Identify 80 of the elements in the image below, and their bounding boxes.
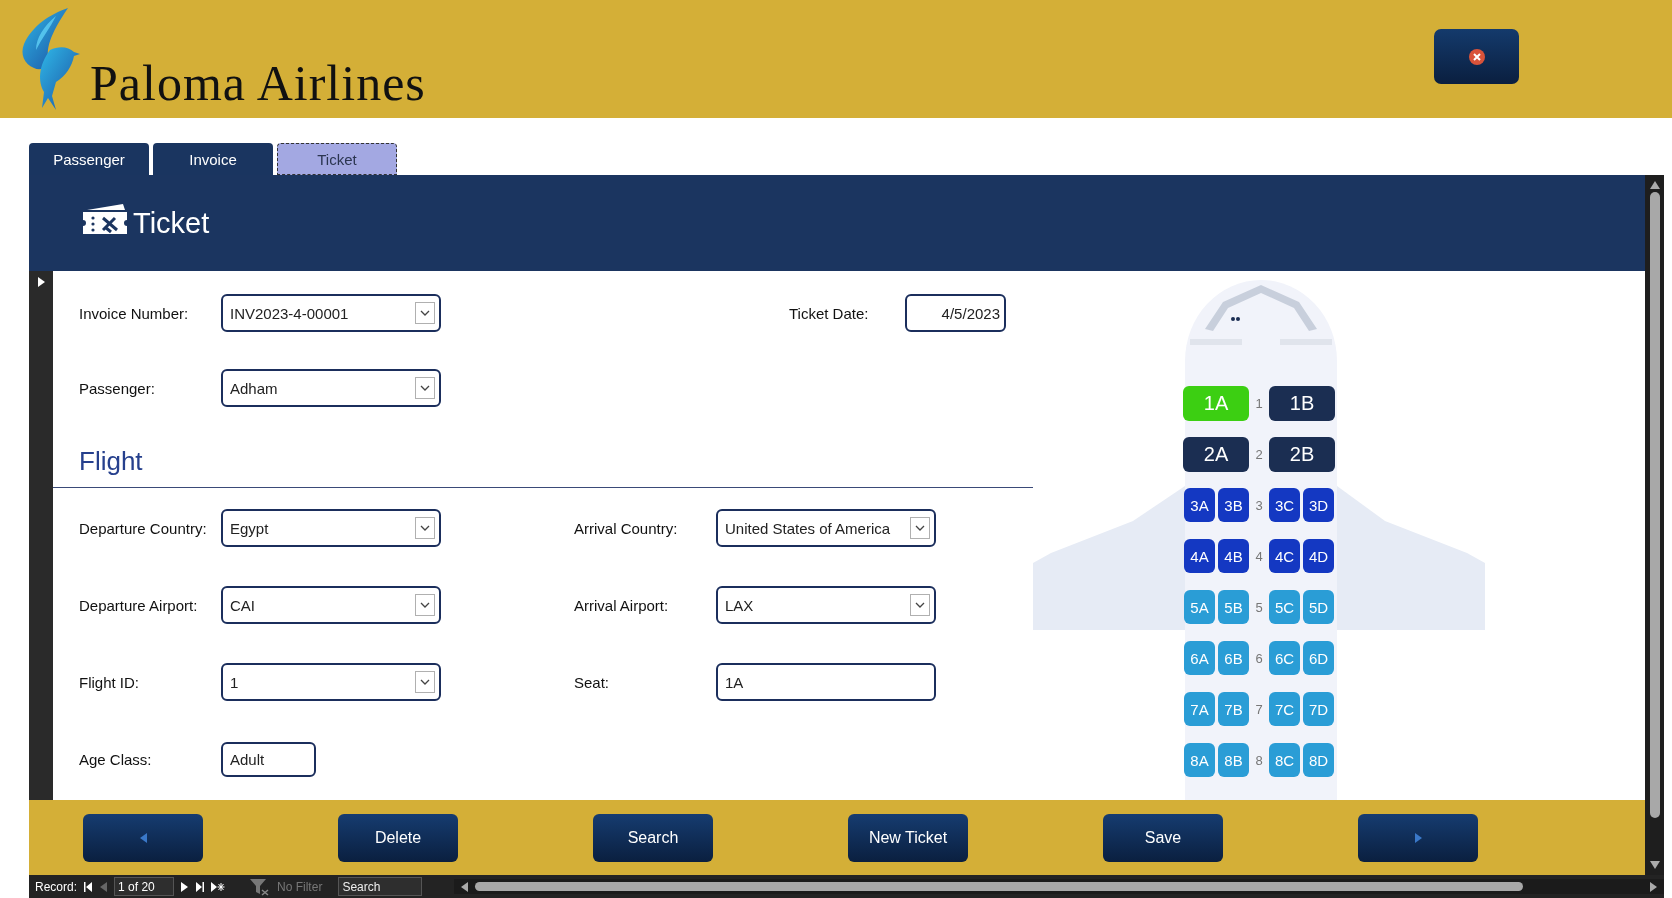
- seat[interactable]: 4A: [1184, 539, 1215, 573]
- row-number: 4: [1254, 548, 1264, 564]
- left-triangle-icon: [138, 832, 148, 843]
- row-number: 6: [1254, 650, 1264, 666]
- record-pointer-icon: [36, 277, 46, 287]
- seat[interactable]: 2B: [1269, 436, 1335, 472]
- tab[interactable]: Ticket: [277, 143, 397, 175]
- field-label: Arrival Airport:: [574, 596, 670, 614]
- seat[interactable]: 3C: [1269, 488, 1300, 522]
- chevron-icon: [415, 594, 435, 616]
- action-button[interactable]: New Ticket: [848, 813, 968, 862]
- row-number: 2: [1254, 446, 1264, 462]
- row-number: 8: [1254, 752, 1264, 768]
- action-button[interactable]: Delete: [338, 813, 458, 862]
- text-field[interactable]: 4/5/2023: [905, 294, 1006, 332]
- seat[interactable]: 1B: [1269, 385, 1335, 421]
- row-number: 7: [1254, 701, 1264, 717]
- chevron-icon: [415, 671, 435, 693]
- chevron-icon: [415, 517, 435, 539]
- close-icon: [1468, 48, 1485, 65]
- last-record-icon[interactable]: [195, 881, 206, 892]
- field-label: Passenger:: [79, 379, 156, 397]
- record-search-field[interactable]: Search: [338, 877, 423, 896]
- record-label: Record:: [35, 879, 78, 894]
- scroll-right-icon[interactable]: [1649, 881, 1658, 892]
- row-number: 3: [1254, 497, 1264, 513]
- right-triangle-icon: [1413, 832, 1423, 843]
- dropdown-field[interactable]: Adham: [221, 369, 441, 407]
- record-position-field[interactable]: 1 of 20: [114, 877, 175, 896]
- scroll-left-icon[interactable]: [460, 881, 470, 892]
- next-button[interactable]: [1358, 813, 1478, 862]
- seat[interactable]: 3B: [1218, 488, 1249, 522]
- scrollbar-thumb[interactable]: [1649, 192, 1660, 818]
- field-label: Departure Country:: [79, 519, 208, 537]
- vertical-scrollbar[interactable]: [1645, 175, 1664, 875]
- field-label: Flight ID:: [79, 673, 140, 691]
- dropdown-field[interactable]: CAI: [221, 586, 441, 624]
- dropdown-field[interactable]: Egypt: [221, 509, 441, 547]
- field-label: Departure Airport:: [79, 596, 199, 614]
- next-record-icon[interactable]: [180, 881, 190, 892]
- field-label: Ticket Date:: [789, 304, 870, 322]
- dropdown-field[interactable]: United States of America: [716, 509, 936, 547]
- field-label: Age Class:: [79, 750, 153, 768]
- dropdown-field[interactable]: LAX: [716, 586, 936, 624]
- seat[interactable]: 4D: [1303, 539, 1334, 573]
- tab[interactable]: Passenger: [29, 143, 149, 175]
- seat[interactable]: 2A: [1183, 436, 1249, 472]
- scroll-up-icon[interactable]: [1649, 181, 1660, 189]
- first-record-icon[interactable]: [83, 881, 94, 892]
- row-number: 1: [1254, 395, 1264, 411]
- field-label: Invoice Number:: [79, 304, 190, 322]
- row-number: 5: [1254, 599, 1264, 615]
- field-label: Arrival Country:: [574, 519, 679, 537]
- section-title: Flight: [79, 446, 143, 477]
- filter-status: No Filter: [277, 879, 323, 894]
- action-button[interactable]: Save: [1103, 813, 1223, 862]
- chevron-icon: [910, 594, 930, 616]
- tab[interactable]: Invoice: [153, 143, 273, 175]
- seat[interactable]: 4B: [1218, 539, 1249, 573]
- seat[interactable]: 3D: [1303, 488, 1334, 522]
- seat[interactable]: 3A: [1184, 488, 1215, 522]
- action-button[interactable]: Search: [593, 813, 713, 862]
- dropdown-field[interactable]: INV2023-4-00001: [221, 294, 441, 332]
- scrollbar-thumb[interactable]: [475, 882, 1523, 891]
- seat[interactable]: 4C: [1269, 539, 1300, 573]
- chevron-icon: [415, 377, 435, 399]
- close-button[interactable]: [1434, 29, 1519, 84]
- chevron-icon: [415, 302, 435, 324]
- scroll-down-icon[interactable]: [1649, 861, 1660, 869]
- field-label: Seat:: [574, 673, 611, 691]
- form-title: Ticket: [133, 206, 210, 240]
- previous-button[interactable]: [83, 813, 203, 862]
- text-field[interactable]: Adult: [221, 741, 316, 777]
- new-record-icon[interactable]: [211, 881, 226, 892]
- dropdown-field[interactable]: 1: [221, 663, 441, 701]
- previous-record-icon[interactable]: [99, 881, 109, 892]
- airline-name: Paloma Airlines: [90, 58, 426, 108]
- chevron-icon: [910, 517, 930, 539]
- horizontal-scrollbar[interactable]: [454, 879, 1664, 894]
- text-field[interactable]: 1A: [716, 663, 936, 701]
